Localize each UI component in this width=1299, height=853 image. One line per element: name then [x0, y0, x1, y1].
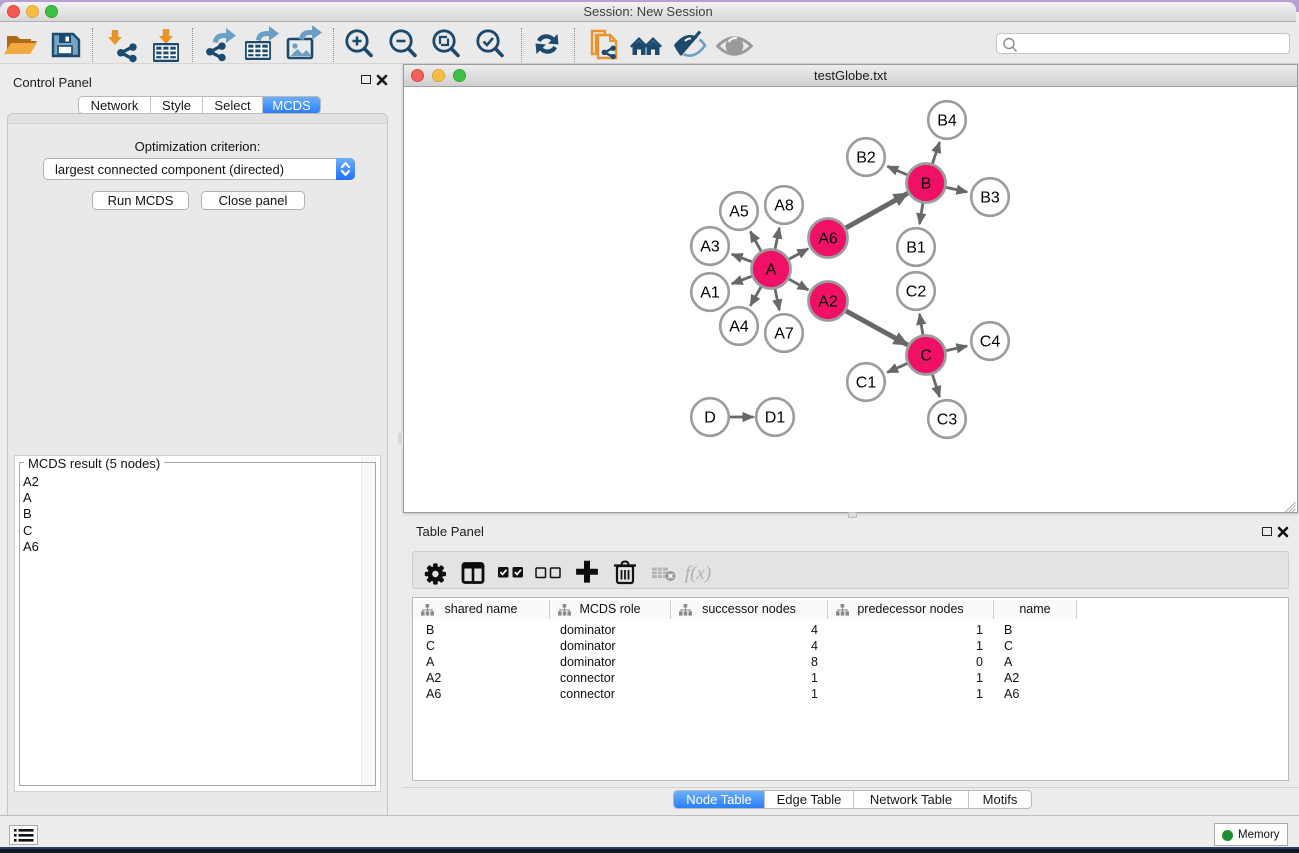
svg-text:A3: A3 [700, 239, 720, 256]
svg-text:f(x): f(x) [685, 563, 711, 584]
svg-text:B1: B1 [906, 240, 926, 257]
svg-text:B3: B3 [980, 190, 1000, 207]
svg-text:C4: C4 [980, 334, 1001, 351]
svg-text:D1: D1 [765, 410, 786, 427]
svg-text:A: A [766, 262, 777, 279]
svg-text:B: B [921, 176, 932, 193]
svg-text:A2: A2 [818, 294, 838, 311]
svg-text:C1: C1 [856, 375, 877, 392]
svg-text:B2: B2 [856, 150, 876, 167]
svg-text:A5: A5 [729, 204, 749, 221]
svg-text:C2: C2 [906, 284, 927, 301]
svg-text:A7: A7 [774, 326, 794, 343]
svg-text:A4: A4 [729, 319, 749, 336]
svg-text:A1: A1 [700, 285, 720, 302]
svg-text:C3: C3 [937, 412, 958, 429]
svg-text:C: C [920, 348, 932, 365]
svg-text:A8: A8 [774, 198, 794, 215]
svg-text:A6: A6 [818, 231, 838, 248]
svg-text:D: D [704, 410, 716, 427]
svg-text:B4: B4 [937, 113, 957, 130]
